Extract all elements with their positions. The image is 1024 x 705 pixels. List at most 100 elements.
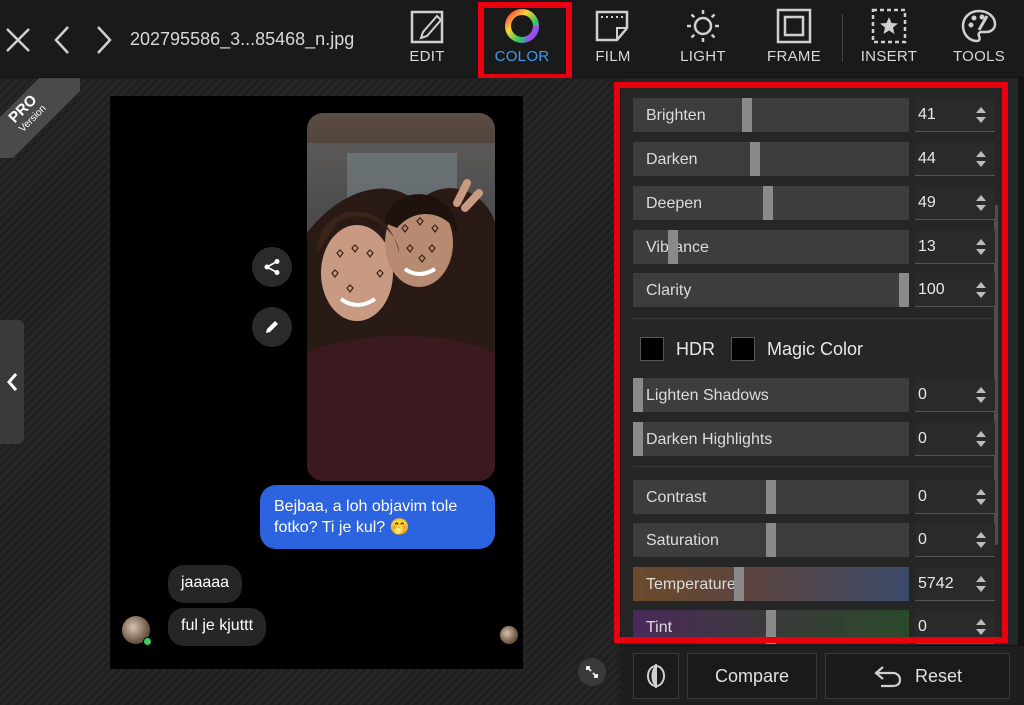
spinner-arrows-icon[interactable]	[975, 616, 987, 638]
color-tab-highlight	[478, 2, 572, 80]
tab-film-label: FILM	[595, 48, 631, 65]
slider-thumb[interactable]	[763, 186, 773, 220]
deepen-value-input[interactable]: 49	[915, 186, 995, 220]
darken-highlights-value-input[interactable]: 0	[915, 422, 995, 456]
slider-value: 5742	[918, 575, 954, 592]
clarity-slider[interactable]: Clarity	[633, 273, 909, 307]
magic-color-checkbox[interactable]: Magic Color	[731, 337, 863, 361]
brighten-slider[interactable]: Brighten	[633, 98, 909, 132]
pro-version-badge[interactable]: PRO Version	[0, 78, 80, 158]
edit-message-button[interactable]	[252, 307, 292, 347]
darken-highlights-slider[interactable]: Darken Highlights	[633, 422, 909, 456]
compare-button[interactable]: Compare	[687, 653, 817, 699]
lighten-shadows-value-input[interactable]: 0	[915, 378, 995, 412]
palette-icon	[961, 9, 997, 43]
spinner-arrows-icon[interactable]	[975, 236, 987, 258]
darken-slider[interactable]: Darken	[633, 142, 909, 176]
vibrance-slider[interactable]: Vibrance	[633, 230, 909, 264]
slider-thumb[interactable]	[766, 480, 776, 514]
spinner-arrows-icon[interactable]	[975, 104, 987, 126]
temperature-slider-row: Temperature 5742	[633, 567, 998, 601]
lighten-shadows-slider[interactable]: Lighten Shadows	[633, 378, 909, 412]
vibrance-value-input[interactable]: 13	[915, 230, 995, 264]
fullscreen-button[interactable]	[578, 658, 606, 686]
contrast-slider[interactable]: Contrast	[633, 480, 909, 514]
tint-value-input[interactable]: 0	[915, 610, 995, 644]
share-button[interactable]	[252, 247, 292, 287]
saturation-slider[interactable]: Saturation	[633, 523, 909, 557]
slider-label: Darken	[646, 151, 698, 168]
slider-value: 44	[918, 150, 936, 167]
chevron-left-icon	[7, 373, 18, 391]
section-divider	[633, 466, 993, 467]
slider-label: Darken Highlights	[646, 431, 773, 448]
previous-image-button[interactable]	[44, 20, 80, 60]
spinner-arrows-icon[interactable]	[975, 192, 987, 214]
slider-thumb[interactable]	[766, 523, 776, 557]
saturation-value-input[interactable]: 0	[915, 523, 995, 557]
hdr-checkbox[interactable]: HDR	[640, 337, 715, 361]
tab-frame[interactable]: FRAME	[755, 4, 833, 74]
tint-slider[interactable]: Tint	[633, 610, 909, 644]
slider-thumb[interactable]	[750, 142, 760, 176]
image-workspace: PRO Version Bejbaa, a loh objavim tole f…	[0, 78, 620, 705]
slider-value: 0	[918, 618, 927, 635]
slider-thumb[interactable]	[633, 422, 643, 456]
collapse-left-panel-button[interactable]	[0, 320, 24, 444]
slider-value: 0	[918, 488, 927, 505]
deepen-slider[interactable]: Deepen	[633, 186, 909, 220]
tab-light[interactable]: LIGHT	[664, 4, 742, 74]
spinner-arrows-icon[interactable]	[975, 573, 987, 595]
slider-thumb[interactable]	[734, 567, 744, 601]
spinner-arrows-icon[interactable]	[975, 384, 987, 406]
slider-thumb[interactable]	[668, 230, 678, 264]
reset-button[interactable]: Reset	[825, 653, 1010, 699]
spinner-arrows-icon[interactable]	[975, 428, 987, 450]
expand-icon	[586, 666, 598, 678]
spinner-arrows-icon[interactable]	[975, 529, 987, 551]
spinner-arrows-icon[interactable]	[975, 279, 987, 301]
checkbox-box[interactable]	[731, 337, 755, 361]
checkbox-box[interactable]	[640, 337, 664, 361]
sun-icon	[687, 10, 719, 42]
chevron-right-icon	[97, 26, 112, 54]
contrast-slider-row: Contrast 0	[633, 480, 998, 514]
pencil-icon	[266, 321, 278, 333]
darken-slider-row: Darken 44	[633, 142, 998, 176]
temperature-slider[interactable]: Temperature	[633, 567, 909, 601]
brighten-slider-row: Brighten 41	[633, 98, 998, 132]
slider-value: 0	[918, 430, 927, 447]
slider-thumb[interactable]	[899, 273, 909, 307]
spinner-arrows-icon[interactable]	[975, 148, 987, 170]
brighten-value-input[interactable]: 41	[915, 98, 995, 132]
contrast-value-input[interactable]: 0	[915, 480, 995, 514]
slider-thumb[interactable]	[633, 378, 643, 412]
tab-tools[interactable]: TOOLS	[940, 4, 1018, 74]
slider-label: Deepen	[646, 195, 703, 212]
tab-edit[interactable]: EDIT	[388, 4, 466, 74]
slider-thumb[interactable]	[742, 98, 752, 132]
slider-value: 41	[918, 106, 936, 123]
slider-label: Temperature	[646, 576, 736, 593]
undo-icon	[874, 666, 902, 688]
checkbox-label: Magic Color	[767, 338, 864, 359]
edit-icon	[410, 10, 444, 44]
tab-insert[interactable]: INSERT	[850, 4, 928, 74]
darken-value-input[interactable]: 44	[915, 142, 995, 176]
slider-label: Tint	[646, 619, 673, 636]
slider-label: Saturation	[646, 532, 719, 549]
clarity-value-input[interactable]: 100	[915, 273, 995, 307]
tab-film[interactable]: FILM	[574, 4, 652, 74]
slider-label: Brighten	[646, 107, 706, 124]
close-button[interactable]	[0, 20, 36, 60]
read-receipt-avatar	[500, 626, 518, 644]
split-view-button[interactable]	[633, 653, 679, 699]
photo-thumbnail	[307, 113, 495, 481]
deepen-slider-row: Deepen 49	[633, 186, 998, 220]
slider-thumb[interactable]	[766, 610, 776, 644]
temperature-value-input[interactable]: 5742	[915, 567, 995, 601]
spinner-arrows-icon[interactable]	[975, 486, 987, 508]
incoming-message: ful je kjuttt	[168, 608, 267, 646]
image-preview[interactable]: Bejbaa, a loh objavim tole fotko? Ti je …	[110, 96, 523, 669]
next-image-button[interactable]	[86, 20, 122, 60]
